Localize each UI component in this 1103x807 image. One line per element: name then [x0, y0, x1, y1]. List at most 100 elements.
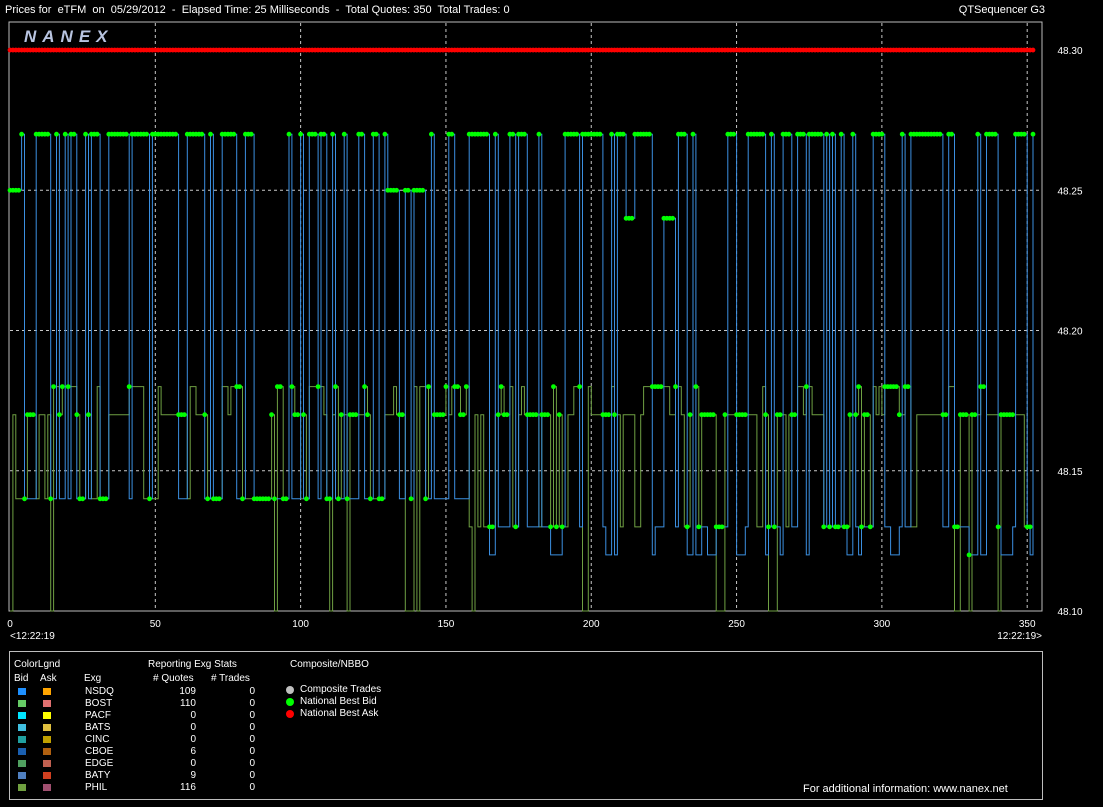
nbb-point: [399, 412, 405, 418]
nbb-point: [894, 384, 899, 390]
nba-point: [1030, 47, 1036, 53]
nbb-point: [577, 384, 583, 390]
nbb-point: [966, 552, 972, 558]
nbb-point: [74, 412, 80, 418]
ask-color-swatch: [43, 700, 51, 707]
nbb-point: [199, 131, 205, 137]
nbb-point: [304, 496, 309, 502]
nbb-point: [449, 131, 455, 137]
nbb-point: [693, 384, 699, 390]
nbb-point: [545, 412, 551, 418]
composite-label: National Best Bid: [300, 696, 377, 707]
ask-color-swatch: [43, 724, 51, 731]
nbb-point: [742, 412, 748, 418]
ask-color-swatch: [43, 712, 51, 719]
exchange-trade-count: 0: [249, 758, 255, 769]
nbb-point: [408, 496, 414, 502]
exchange-name: BATY: [85, 770, 111, 781]
nbb-point: [760, 131, 766, 137]
nbb-point: [405, 187, 411, 193]
nbb-point: [864, 412, 870, 418]
nbb-point: [992, 131, 998, 137]
nbb-point: [504, 412, 510, 418]
time-end-label: 12:22:19>: [997, 631, 1042, 642]
nbb-point: [835, 524, 841, 530]
ask-color-swatch: [43, 760, 51, 767]
x-tick-label: 150: [438, 619, 455, 630]
composite-label: National Best Ask: [300, 708, 379, 719]
nbb-point: [803, 384, 809, 390]
composite-marker-icon: [286, 710, 294, 718]
composite-marker-icon: [286, 698, 294, 706]
bid-color-swatch: [18, 760, 26, 767]
composite-marker-icon: [286, 686, 294, 694]
nbb-point: [859, 524, 864, 530]
nbb-point: [847, 412, 853, 418]
nbb-point: [548, 524, 553, 530]
nbb-point: [460, 412, 466, 418]
exchange-name: BATS: [85, 722, 111, 733]
nbb-point: [327, 496, 333, 502]
ask-color-swatch: [43, 748, 51, 755]
nbb-point: [289, 384, 295, 390]
nbb-point: [490, 524, 495, 530]
nbb-point: [16, 187, 22, 193]
nbb-point: [609, 131, 614, 137]
nbb-point: [423, 496, 428, 502]
nbb-point: [440, 412, 446, 418]
x-tick-label: 100: [292, 619, 309, 630]
nbb-point: [373, 131, 379, 137]
composite-header: Composite/NBBO: [290, 659, 369, 670]
nbb-point: [336, 496, 341, 502]
nbb-point: [463, 384, 469, 390]
exchange-trade-count: 0: [249, 770, 255, 781]
nbb-point: [763, 412, 769, 418]
nbb-point: [495, 412, 501, 418]
exchange-name: EDGE: [85, 758, 114, 769]
nbb-point: [216, 496, 222, 502]
bid-color-swatch: [18, 724, 26, 731]
nbb-point: [827, 524, 832, 530]
nbb-point: [266, 496, 272, 502]
nbb-point: [240, 496, 245, 502]
nbb-point: [103, 496, 109, 502]
exchange-quote-count: 110: [180, 698, 196, 709]
ask-color-swatch: [43, 736, 51, 743]
nbb-point: [30, 412, 36, 418]
nbb-point: [612, 412, 617, 418]
exchange-quote-count: 0: [190, 710, 196, 721]
nbb-point: [277, 384, 283, 390]
nbb-point: [687, 412, 693, 418]
nbb-point: [181, 412, 187, 418]
nbb-point: [362, 384, 367, 390]
nbb-point: [949, 131, 955, 137]
nbb-point: [321, 131, 327, 137]
bid-color-swatch: [18, 772, 26, 779]
nbb-point: [597, 131, 603, 137]
nbb-point: [731, 131, 737, 137]
nbb-point: [972, 412, 978, 418]
exchange-trade-count: 0: [249, 710, 255, 721]
nbb-point: [777, 412, 783, 418]
nbb-point: [830, 131, 835, 137]
nbb-point: [45, 131, 51, 137]
nbb-point: [379, 496, 385, 502]
nbb-point: [341, 131, 347, 137]
nbb-point: [769, 131, 774, 137]
nbb-point: [144, 131, 149, 137]
nbb-point: [696, 524, 702, 530]
nbb-point: [62, 131, 68, 137]
nbb-point: [513, 524, 519, 530]
nbb-point: [394, 187, 399, 193]
nbb-point: [1030, 131, 1036, 137]
quotes-header: # Quotes: [153, 673, 194, 684]
nbb-point: [126, 384, 132, 390]
nbb-point: [359, 131, 365, 137]
nbb-point: [963, 412, 969, 418]
exchange-name: NSDQ: [85, 686, 114, 697]
nbb-point: [484, 131, 490, 137]
y-tick-label: 48.20: [1057, 327, 1082, 338]
nbb-point: [443, 384, 449, 390]
nbb-point: [771, 524, 777, 530]
nbb-point: [853, 412, 859, 418]
